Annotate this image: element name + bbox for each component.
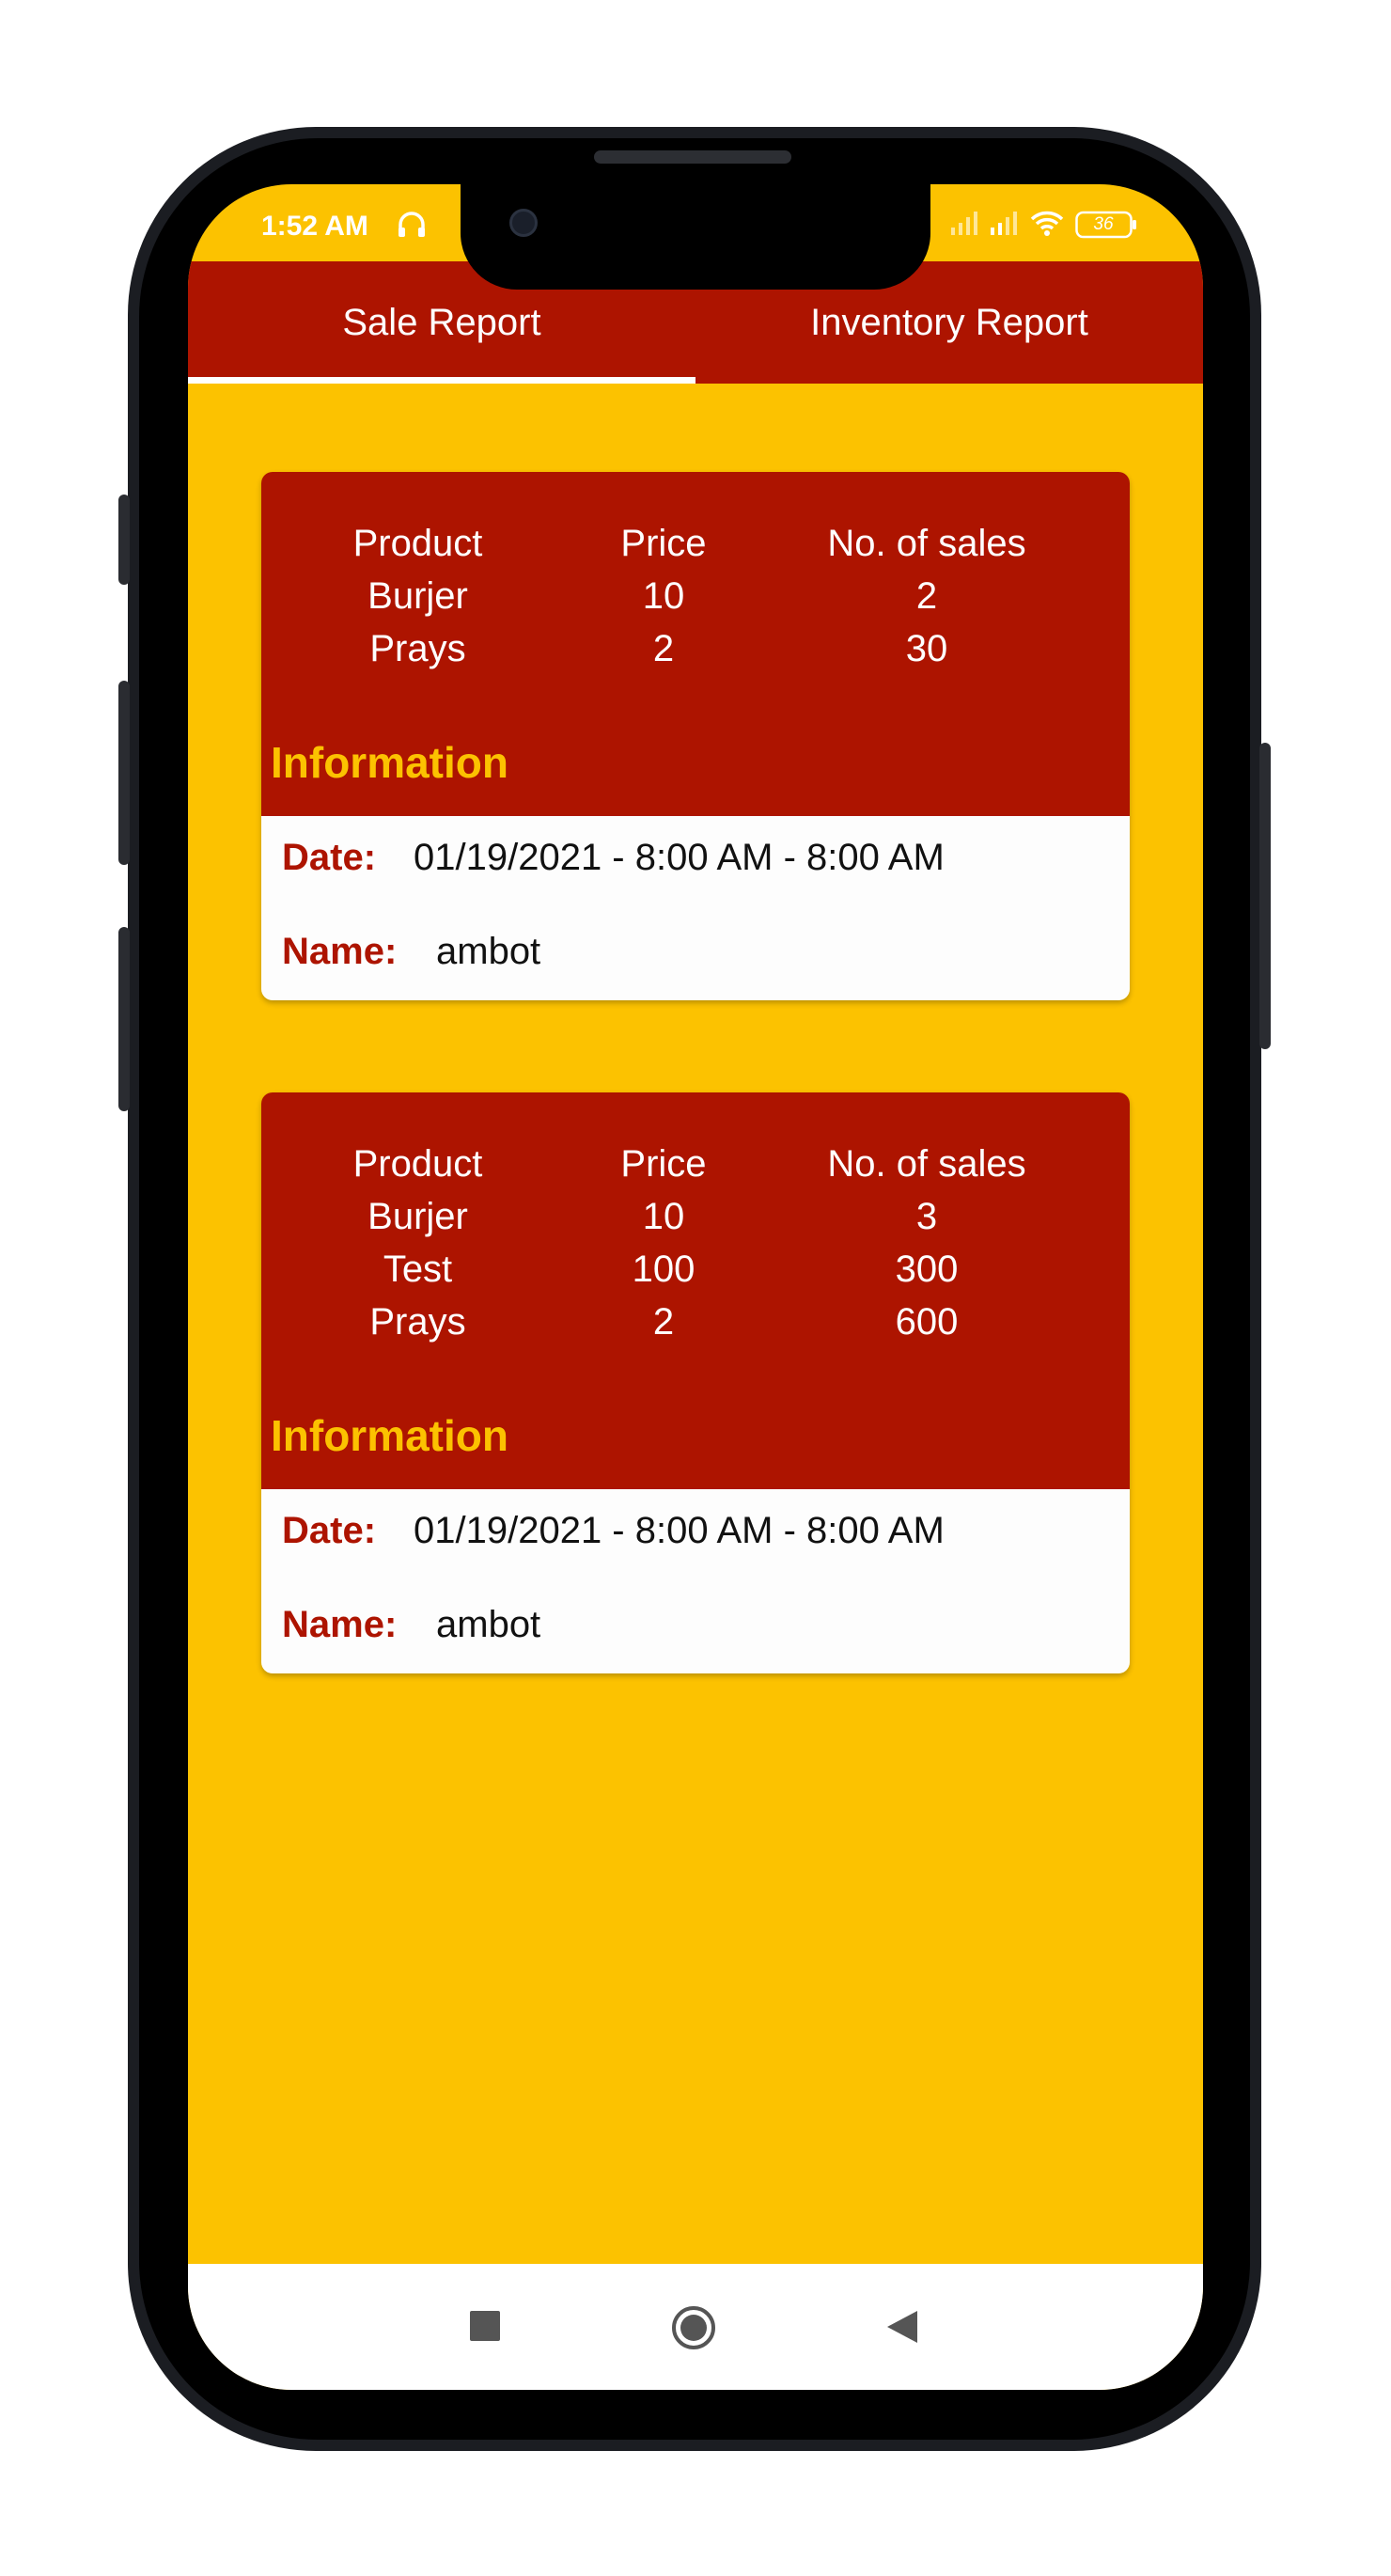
cell-product: Prays — [369, 1300, 466, 1343]
wifi-icon — [1030, 210, 1064, 241]
name-label: Name: — [282, 1604, 398, 1645]
cell-sales: 300 — [895, 1248, 959, 1290]
table-header-row: Product Price No. of sales — [261, 517, 1130, 570]
cell-product: Burjer — [367, 1195, 468, 1237]
name-value: ambot — [436, 931, 541, 972]
cell-price: 100 — [632, 1248, 696, 1290]
table-row: Test 100 300 — [261, 1243, 1130, 1296]
screen: 1:52 AM 36 Sale Report Inventory Report … — [188, 184, 1203, 2390]
earpiece — [594, 150, 791, 164]
tab-indicator — [188, 377, 696, 384]
cell-product: Prays — [369, 627, 466, 669]
side-button — [118, 495, 130, 585]
cell-price: 2 — [652, 1300, 675, 1343]
side-button — [118, 681, 130, 865]
table-row: Prays 2 30 — [261, 622, 1130, 675]
column-header: Product — [352, 1142, 483, 1185]
status-icons: 36 — [951, 209, 1137, 241]
date-value: 01/19/2021 - 8:00 AM - 8:00 AM — [414, 837, 945, 878]
table-row: Burjer 10 2 — [261, 570, 1130, 622]
cell-sales: 30 — [905, 627, 948, 669]
date-label: Date: — [282, 837, 377, 878]
name-label: Name: — [282, 931, 398, 972]
report-card: Product Price No. of sales Burjer 10 3 T… — [261, 1092, 1130, 1673]
signal-icon — [951, 211, 979, 240]
tab-label: Inventory Report — [810, 301, 1088, 343]
table-row: Prays 2 600 — [261, 1296, 1130, 1348]
cell-sales: 2 — [915, 574, 938, 617]
back-icon[interactable] — [887, 2311, 917, 2348]
cell-sales: 3 — [915, 1195, 938, 1237]
cell-product: Test — [383, 1248, 453, 1290]
tab-label: Sale Report — [342, 301, 541, 343]
home-icon[interactable] — [671, 2305, 716, 2355]
column-header: Price — [620, 522, 707, 564]
notch — [461, 184, 930, 290]
side-button — [118, 927, 130, 1111]
report-card: Product Price No. of sales Burjer 10 2 P… — [261, 472, 1130, 1000]
information-panel: Date: 01/19/2021 - 8:00 AM - 8:00 AM Nam… — [261, 816, 1130, 1000]
battery-icon: 36 — [1075, 211, 1137, 239]
sales-table: Product Price No. of sales Burjer 10 2 P… — [261, 472, 1130, 816]
recent-apps-icon[interactable] — [470, 2311, 500, 2346]
system-nav-bar — [188, 2264, 1203, 2390]
column-header: Product — [352, 522, 483, 564]
date-value: 01/19/2021 - 8:00 AM - 8:00 AM — [414, 1510, 945, 1551]
camera — [509, 209, 538, 237]
cell-product: Burjer — [367, 574, 468, 617]
signal-icon — [991, 211, 1019, 240]
name-value: ambot — [436, 1604, 541, 1645]
headphone-icon — [397, 211, 427, 239]
date-label: Date: — [282, 1510, 377, 1551]
table-row: Burjer 10 3 — [261, 1190, 1130, 1243]
table-header-row: Product Price No. of sales — [261, 1138, 1130, 1190]
cell-price: 10 — [642, 574, 685, 617]
power-button — [1259, 743, 1271, 1049]
information-title: Information — [271, 738, 508, 787]
information-title: Information — [271, 1411, 508, 1460]
cell-sales: 600 — [895, 1300, 959, 1343]
battery-level: 36 — [1093, 214, 1114, 234]
column-header: No. of sales — [827, 522, 1026, 564]
status-time: 1:52 AM — [261, 211, 368, 242]
cell-price: 2 — [652, 627, 675, 669]
column-header: No. of sales — [827, 1142, 1026, 1185]
column-header: Price — [620, 1142, 707, 1185]
sales-table: Product Price No. of sales Burjer 10 3 T… — [261, 1092, 1130, 1489]
information-panel: Date: 01/19/2021 - 8:00 AM - 8:00 AM Nam… — [261, 1489, 1130, 1673]
cell-price: 10 — [642, 1195, 685, 1237]
